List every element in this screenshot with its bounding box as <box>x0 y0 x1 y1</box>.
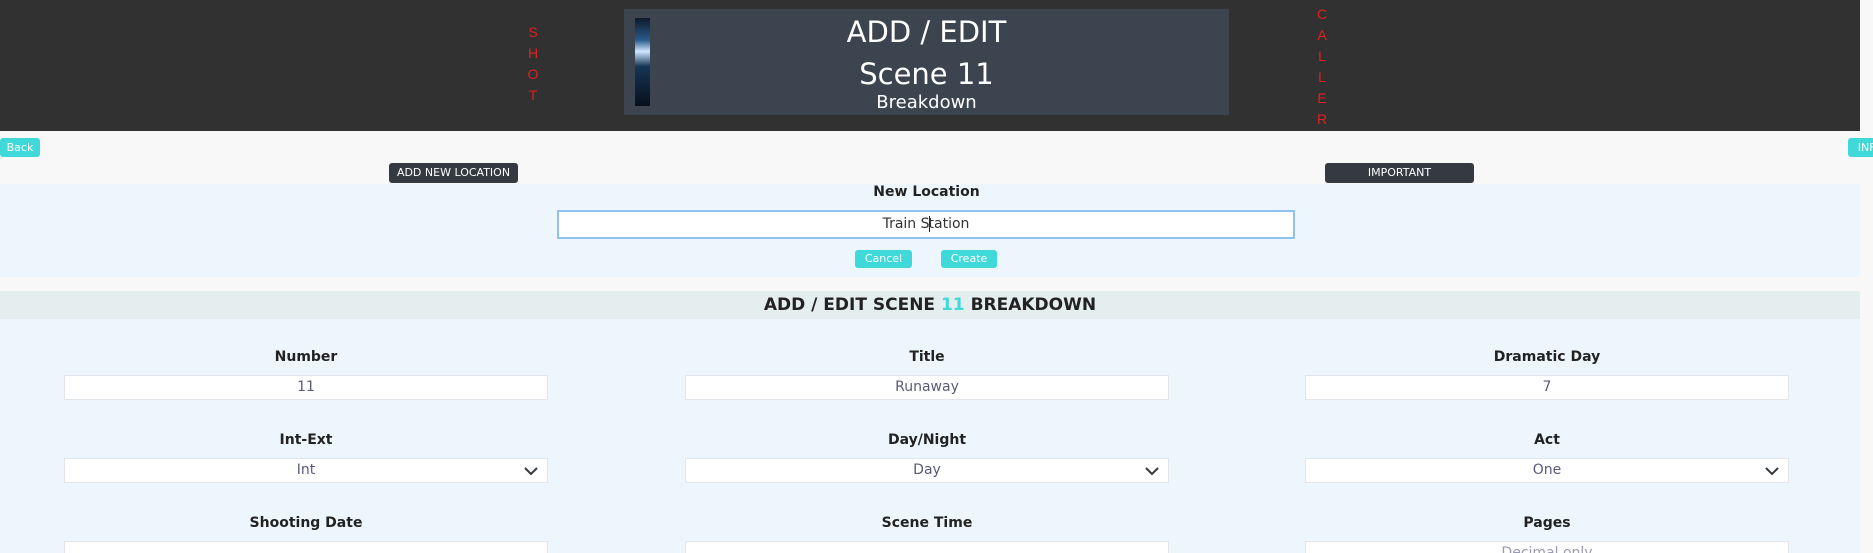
day-night-label: Day/Night <box>887 432 967 448</box>
cancel-button[interactable]: Cancel <box>855 250 912 268</box>
section-heading: ADD / EDIT SCENE 11 BREAKDOWN <box>0 291 1860 319</box>
chevron-down-icon <box>1145 467 1159 476</box>
caller-letter: R <box>1316 111 1328 127</box>
shot-letter: S <box>528 24 538 40</box>
scene-title: Scene 11 <box>859 57 994 91</box>
act-label: Act <box>1534 432 1560 448</box>
input-text-after-caret: tation <box>928 216 970 232</box>
add-new-location-button[interactable]: ADD NEW LOCATION <box>389 163 518 183</box>
int-ext-select[interactable]: Int <box>64 458 548 483</box>
act-select[interactable]: One <box>1305 458 1789 483</box>
day-night-value: Day <box>913 462 941 478</box>
section-heading-scene-number: 11 <box>940 295 965 315</box>
number-input[interactable]: 11 <box>64 375 548 400</box>
scene-time-label: Scene Time <box>881 515 973 531</box>
caller-vertical-label[interactable]: C A L L E R <box>1312 4 1332 130</box>
act-value: One <box>1532 462 1562 478</box>
dramatic-day-input[interactable]: 7 <box>1305 375 1789 400</box>
shot-letter: T <box>528 87 538 103</box>
shot-letter: H <box>527 45 539 61</box>
title-box: ADD / EDIT Scene 11 Breakdown <box>624 9 1229 115</box>
shot-vertical-label[interactable]: S H O T <box>523 22 543 106</box>
caller-letter: A <box>1317 27 1327 43</box>
int-ext-label: Int-Ext <box>279 432 333 448</box>
title-input[interactable]: Runaway <box>685 375 1169 400</box>
info-button[interactable]: INFO <box>1848 138 1873 157</box>
important-button[interactable]: IMPORTANT <box>1325 163 1474 183</box>
caller-letter: L <box>1318 48 1326 64</box>
int-ext-value: Int <box>296 462 316 478</box>
caller-letter: L <box>1318 69 1326 85</box>
title-label: Title <box>909 349 945 365</box>
scene-time-input[interactable] <box>685 541 1169 553</box>
pages-input[interactable]: Decimal only <box>1305 541 1789 553</box>
new-location-input[interactable]: Train Station <box>557 210 1295 239</box>
section-heading-suffix: BREAKDOWN <box>970 295 1097 315</box>
caller-letter: E <box>1317 90 1327 106</box>
input-text-before-caret: Train S <box>882 216 930 232</box>
pages-label: Pages <box>1523 515 1571 531</box>
page-title: ADD / EDIT <box>846 15 1007 49</box>
shooting-date-label: Shooting Date <box>249 515 363 531</box>
page-subtitle: Breakdown <box>876 92 977 113</box>
new-location-panel: New Location Train Station Cancel Create <box>0 184 1860 277</box>
app-header: S H O T ADD / EDIT Scene 11 Breakdown C … <box>0 0 1860 131</box>
create-button[interactable]: Create <box>941 250 997 268</box>
chevron-down-icon <box>1765 467 1779 476</box>
section-heading-prefix: ADD / EDIT SCENE <box>763 295 936 315</box>
dramatic-day-label: Dramatic Day <box>1493 349 1601 365</box>
new-location-label: New Location <box>873 184 980 200</box>
back-button[interactable]: Back <box>0 138 40 157</box>
day-night-select[interactable]: Day <box>685 458 1169 483</box>
breakdown-form: Number 11 Title Runaway Dramatic Day 7 I… <box>0 319 1860 553</box>
caller-letter: C <box>1316 6 1328 22</box>
chevron-down-icon <box>524 467 538 476</box>
shooting-date-input[interactable] <box>64 541 548 553</box>
number-label: Number <box>274 349 338 365</box>
shot-letter: O <box>527 66 539 82</box>
